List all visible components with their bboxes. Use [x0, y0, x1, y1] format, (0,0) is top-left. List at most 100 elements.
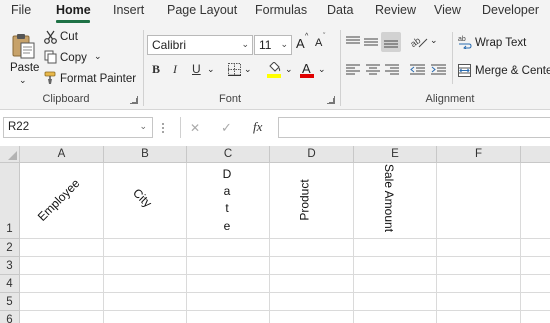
merge-center-button[interactable]: Merge & Center	[458, 62, 550, 80]
cut-button[interactable]: Cut	[44, 28, 84, 46]
tab-insert[interactable]: Insert	[113, 3, 144, 17]
align-bottom-button[interactable]	[381, 32, 401, 52]
cell[interactable]	[270, 293, 354, 311]
insert-function-icon[interactable]: fx	[253, 119, 262, 135]
cell[interactable]	[187, 311, 270, 323]
column-header-c[interactable]: C	[187, 146, 270, 163]
cell[interactable]	[104, 257, 187, 275]
cell[interactable]	[437, 275, 521, 293]
column-header-a[interactable]: A	[20, 146, 104, 163]
orientation-button[interactable]: ab ⌄	[410, 33, 440, 51]
tab-data[interactable]: Data	[327, 3, 353, 17]
bold-button[interactable]: B	[152, 62, 160, 77]
cell[interactable]	[354, 293, 437, 311]
cell[interactable]	[521, 275, 550, 293]
format-painter-label: Format Painter	[60, 73, 137, 85]
cell[interactable]	[104, 275, 187, 293]
column-header-f[interactable]: F	[437, 146, 521, 163]
tab-view[interactable]: View	[434, 3, 461, 17]
cell[interactable]	[104, 239, 187, 257]
wrap-text-button[interactable]: ab Wrap Text	[458, 34, 550, 52]
cell[interactable]	[20, 275, 104, 293]
cell[interactable]	[270, 257, 354, 275]
resize-handle-icon[interactable]	[162, 122, 166, 134]
decrease-indent-icon[interactable]	[410, 64, 425, 76]
font-color-button[interactable]: A ⌄	[300, 61, 328, 80]
increase-indent-icon[interactable]	[431, 64, 446, 76]
font-dialog-launcher-icon[interactable]	[327, 96, 335, 104]
name-box[interactable]: R22 ⌄	[3, 117, 153, 138]
format-painter-button[interactable]: Format Painter	[44, 70, 137, 88]
column-header-b[interactable]: B	[104, 146, 187, 163]
row-header-3[interactable]: 3	[0, 257, 20, 275]
font-name-select[interactable]: Calibri ⌄	[147, 35, 253, 55]
cell[interactable]	[270, 239, 354, 257]
row-header-4[interactable]: 4	[0, 275, 20, 293]
cell[interactable]	[437, 239, 521, 257]
cell[interactable]	[437, 311, 521, 323]
row-header-2[interactable]: 2	[0, 239, 20, 257]
chevron-down-icon[interactable]: ⌄	[207, 64, 215, 75]
tab-formulas[interactable]: Formulas	[255, 3, 307, 17]
paste-button[interactable]: Paste ⌄	[6, 28, 40, 90]
cell[interactable]	[521, 257, 550, 275]
row-header-1[interactable]: 1	[0, 163, 20, 239]
cell[interactable]	[270, 275, 354, 293]
cell[interactable]	[521, 239, 550, 257]
font-size-select[interactable]: 11 ⌄	[254, 35, 292, 55]
borders-button[interactable]: ⌄	[228, 62, 254, 80]
cell[interactable]	[104, 293, 187, 311]
cell[interactable]	[354, 239, 437, 257]
cell[interactable]	[104, 311, 187, 323]
cell[interactable]	[187, 239, 270, 257]
row-header-5[interactable]: 5	[0, 293, 20, 311]
fill-color-button[interactable]: ⌄	[267, 62, 295, 80]
tab-review[interactable]: Review	[375, 3, 416, 17]
cell[interactable]	[521, 311, 550, 323]
cell[interactable]	[437, 293, 521, 311]
shrink-font-button[interactable]: A ˇ	[315, 33, 329, 54]
grow-font-button[interactable]: A ^	[296, 33, 310, 54]
cell-d1[interactable]: Product	[270, 163, 354, 239]
row-header-6[interactable]: 6	[0, 311, 20, 323]
cell[interactable]	[20, 239, 104, 257]
cell[interactable]	[270, 311, 354, 323]
cell[interactable]	[20, 311, 104, 323]
cell[interactable]	[437, 257, 521, 275]
clipboard-dialog-launcher-icon[interactable]	[130, 96, 138, 104]
italic-button[interactable]: I	[173, 62, 177, 77]
tab-file[interactable]: File	[11, 3, 31, 17]
enter-icon[interactable]: ✓	[221, 120, 232, 136]
align-left-icon[interactable]	[346, 64, 360, 76]
cell[interactable]	[521, 293, 550, 311]
copy-button[interactable]: Copy ⌄	[44, 49, 104, 67]
cell[interactable]	[187, 257, 270, 275]
column-header-e[interactable]: E	[354, 146, 437, 163]
cell-b1[interactable]: City	[104, 163, 187, 239]
formula-input[interactable]	[278, 117, 550, 138]
cell-c1[interactable]: D a t e	[187, 163, 270, 239]
select-all-button[interactable]	[0, 146, 20, 163]
cell[interactable]	[20, 257, 104, 275]
cell[interactable]	[354, 275, 437, 293]
align-top-icon[interactable]	[346, 36, 360, 48]
underline-button[interactable]: U	[192, 62, 201, 76]
cell[interactable]	[187, 275, 270, 293]
cancel-icon[interactable]: ✕	[190, 121, 200, 135]
cell[interactable]	[354, 257, 437, 275]
tab-developer[interactable]: Developer	[482, 3, 539, 17]
column-header-g[interactable]	[521, 146, 550, 163]
cell-f1[interactable]	[437, 163, 521, 239]
cell-a1[interactable]: Employee	[20, 163, 104, 239]
cell[interactable]	[354, 311, 437, 323]
align-middle-icon[interactable]	[364, 36, 378, 48]
cell-g1[interactable]	[521, 163, 550, 239]
align-center-icon[interactable]	[366, 64, 380, 76]
column-header-d[interactable]: D	[270, 146, 354, 163]
tab-page-layout[interactable]: Page Layout	[167, 3, 237, 17]
align-right-icon[interactable]	[385, 64, 399, 76]
cell-e1[interactable]: Sale Amount	[354, 163, 437, 239]
tab-home[interactable]: Home	[56, 3, 91, 17]
cell[interactable]	[187, 293, 270, 311]
cell[interactable]	[20, 293, 104, 311]
